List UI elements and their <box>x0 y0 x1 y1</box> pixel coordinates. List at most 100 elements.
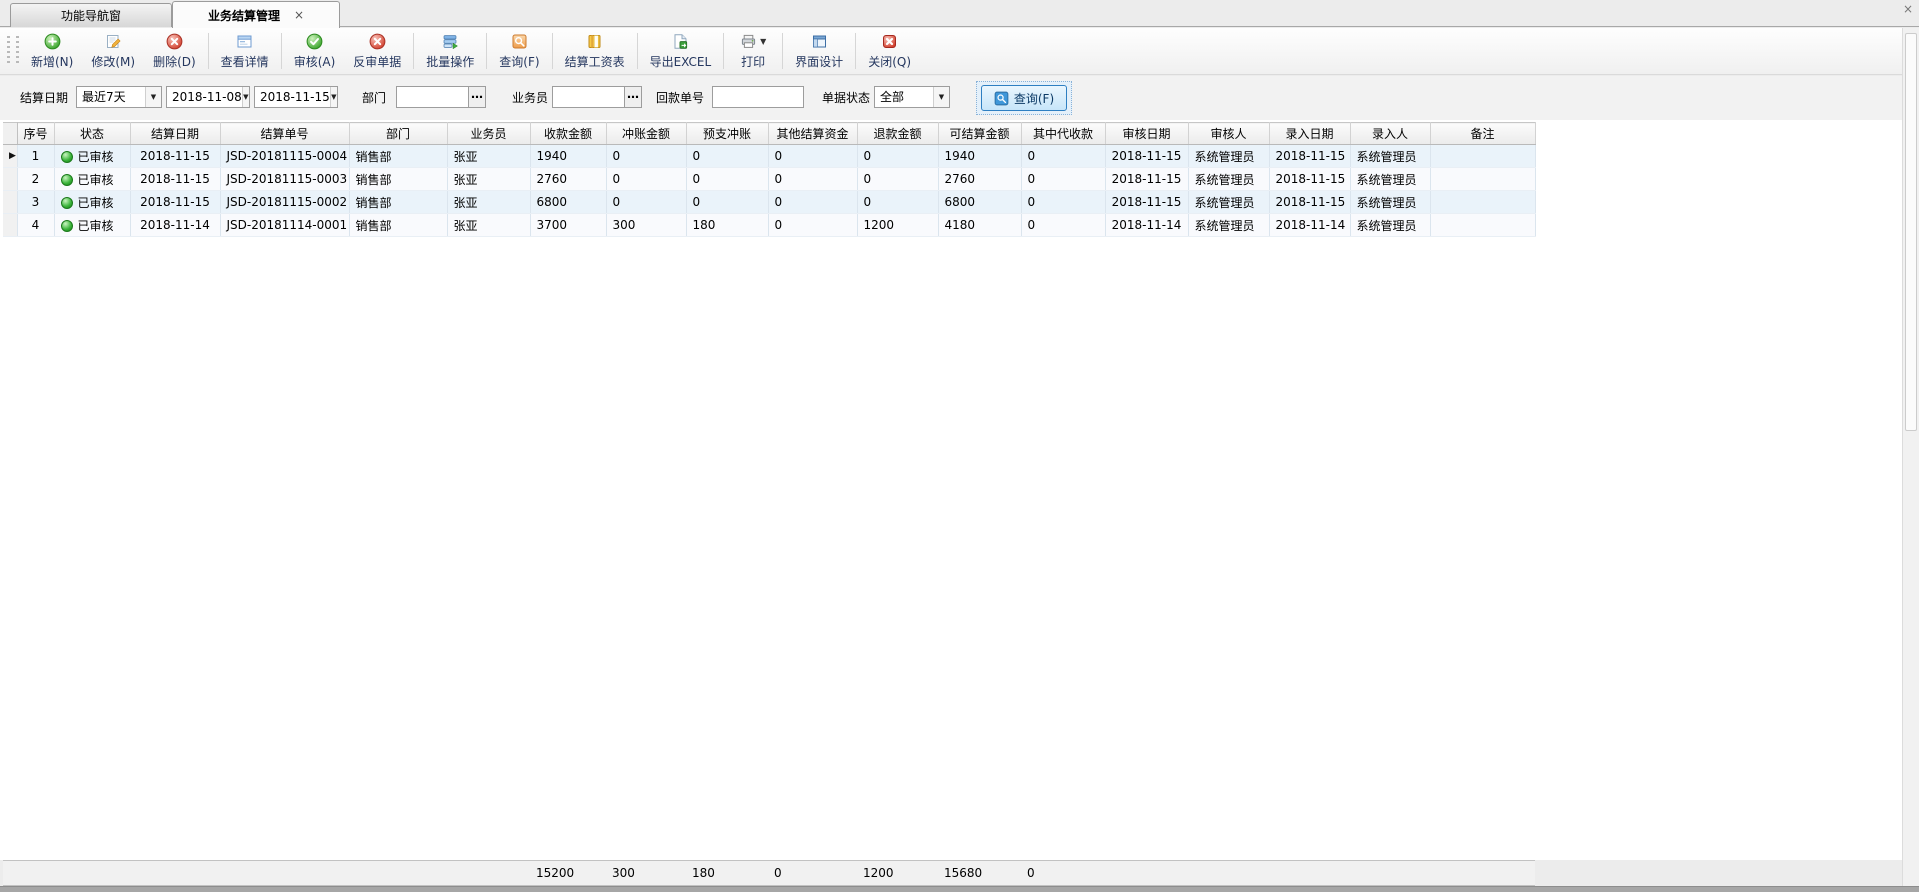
tab-business-settlement[interactable]: 业务结算管理 × <box>172 1 340 28</box>
cell-status: 已审核 <box>54 191 130 214</box>
salesman-input[interactable] <box>553 87 624 107</box>
ui-design-button[interactable]: 界面设计 <box>786 30 852 72</box>
receipt-no-input[interactable] <box>713 87 803 107</box>
x-square-icon <box>881 33 898 50</box>
cell-other-funds: 0 <box>768 168 857 191</box>
cell-agency-collect: 0 <box>1021 145 1105 168</box>
toolbar-separator <box>723 33 724 69</box>
doc-status-select[interactable]: 全部 ▼ <box>874 86 950 108</box>
cell-seq: 2 <box>17 168 54 191</box>
cell-offset-amt: 300 <box>606 214 686 237</box>
print-button[interactable]: ▼ 打印 <box>727 30 779 72</box>
col-header-settle-date[interactable]: 结算日期 <box>130 123 220 145</box>
table-row[interactable]: 2 已审核 2018-11-15 JSD-20181115-0003 销售部 张… <box>3 168 1535 191</box>
delete-button[interactable]: 删除(D) <box>144 30 205 72</box>
table-row[interactable]: ▶ 1 已审核 2018-11-15 JSD-20181115-0004 销售部… <box>3 145 1535 168</box>
col-header-audit-date[interactable]: 审核日期 <box>1105 123 1188 145</box>
export-excel-button[interactable]: 导出EXCEL <box>641 30 721 72</box>
vertical-scrollbar[interactable] <box>1902 28 1919 886</box>
query-toolbar-button[interactable]: 查询(F) <box>490 30 548 72</box>
button-label: 审核(A) <box>294 53 336 70</box>
col-header-other-funds[interactable]: 其他结算资金 <box>768 123 857 145</box>
col-header-agency-collect[interactable]: 其中代收款 <box>1021 123 1105 145</box>
ellipsis-lookup-button[interactable]: ⋯ <box>468 87 485 107</box>
cell-entry-date: 2018-11-14 <box>1269 214 1350 237</box>
dept-label: 部门 <box>362 90 386 106</box>
unapprove-button[interactable]: 反审单据 <box>344 30 410 72</box>
window-close-icon[interactable]: × <box>1903 3 1913 15</box>
table-row[interactable]: 4 已审核 2018-11-14 JSD-20181114-0001 销售部 张… <box>3 214 1535 237</box>
cell-receipt-amt: 1940 <box>530 145 606 168</box>
table-row[interactable]: 3 已审核 2018-11-15 JSD-20181115-0002 销售部 张… <box>3 191 1535 214</box>
toolbar-separator <box>782 33 783 69</box>
dept-lookup-field: ⋯ <box>396 86 486 108</box>
cell-dept: 销售部 <box>349 145 447 168</box>
cell-remark <box>1430 191 1535 214</box>
cell-entry-by: 系统管理员 <box>1350 145 1430 168</box>
edit-button[interactable]: 修改(M) <box>82 30 144 72</box>
query-button-label: 查询(F) <box>1014 90 1054 107</box>
col-header-seq[interactable]: 序号 <box>17 123 54 145</box>
col-header-receipt-amt[interactable]: 收款金额 <box>530 123 606 145</box>
current-row-marker: ▶ <box>3 145 17 168</box>
ellipsis-lookup-button[interactable]: ⋯ <box>624 87 641 107</box>
cell-other-funds: 0 <box>768 214 857 237</box>
cell-receipt-amt: 3700 <box>530 214 606 237</box>
query-button[interactable]: 查询(F) <box>981 85 1067 111</box>
col-header-salesman[interactable]: 业务员 <box>447 123 530 145</box>
col-header-auditor[interactable]: 审核人 <box>1188 123 1269 145</box>
print-dropdown-caret[interactable]: ▼ <box>760 37 766 46</box>
toolbar-grip[interactable] <box>7 36 10 66</box>
col-header-entry-date[interactable]: 录入日期 <box>1269 123 1350 145</box>
receipt-no-field <box>712 86 804 108</box>
cell-salesman: 张亚 <box>447 214 530 237</box>
toolbar-separator <box>486 33 487 69</box>
approve-button[interactable]: 审核(A) <box>285 30 345 72</box>
cell-agency-collect: 0 <box>1021 214 1105 237</box>
chevron-down-icon[interactable]: ▼ <box>145 87 161 107</box>
add-button[interactable]: 新增(N) <box>22 30 82 72</box>
col-header-doc-no[interactable]: 结算单号 <box>220 123 349 145</box>
cell-doc-no: JSD-20181115-0003 <box>220 168 349 191</box>
button-label: 查询(F) <box>499 53 539 70</box>
approved-status-icon <box>61 197 73 209</box>
toolbar-grip[interactable] <box>16 36 19 66</box>
batch-operations-button[interactable]: 批量操作 <box>417 30 483 72</box>
cell-auditor: 系统管理员 <box>1188 214 1269 237</box>
tab-function-nav[interactable]: 功能导航窗 <box>10 3 172 27</box>
tab-label: 业务结算管理 <box>208 7 280 24</box>
cell-settle-date: 2018-11-15 <box>130 145 220 168</box>
col-header-offset-amt[interactable]: 冲账金额 <box>606 123 686 145</box>
total-agency-collect: 0 <box>1021 861 1105 885</box>
scrollbar-thumb[interactable] <box>1905 33 1917 431</box>
chevron-down-icon[interactable]: ▼ <box>242 87 249 107</box>
cell-audit-date: 2018-11-15 <box>1105 191 1188 214</box>
col-header-refund-amt[interactable]: 退款金额 <box>857 123 938 145</box>
tab-close-icon[interactable]: × <box>294 9 304 21</box>
col-header-entry-by[interactable]: 录入人 <box>1350 123 1430 145</box>
settlement-payroll-button[interactable]: 结算工资表 <box>556 30 634 72</box>
chevron-down-icon[interactable]: ▼ <box>933 87 949 107</box>
col-header-settleable-amt[interactable]: 可结算金额 <box>938 123 1021 145</box>
toolbar-separator <box>208 33 209 69</box>
view-details-button[interactable]: 查看详情 <box>212 30 278 72</box>
cell-offset-amt: 0 <box>606 145 686 168</box>
cell-settle-date: 2018-11-15 <box>130 191 220 214</box>
toolbar-separator <box>637 33 638 69</box>
total-settleable-amt: 15680 <box>938 861 1021 885</box>
col-header-remark[interactable]: 备注 <box>1430 123 1535 145</box>
dept-input[interactable] <box>397 87 468 107</box>
col-header-status[interactable]: 状态 <box>54 123 130 145</box>
x-circle-icon <box>166 33 183 50</box>
date-from-picker[interactable]: 2018-11-08 ▼ <box>166 86 250 108</box>
cell-agency-collect: 0 <box>1021 191 1105 214</box>
chevron-down-icon[interactable]: ▼ <box>330 87 337 107</box>
col-header-advance-offset[interactable]: 预支冲账 <box>686 123 768 145</box>
col-header-dept[interactable]: 部门 <box>349 123 447 145</box>
close-button[interactable]: 关闭(Q) <box>859 30 920 72</box>
cell-other-funds: 0 <box>768 191 857 214</box>
date-range-select[interactable]: 最近7天 ▼ <box>76 86 162 108</box>
salesman-lookup-field: ⋯ <box>552 86 642 108</box>
date-to-picker[interactable]: 2018-11-15 ▼ <box>254 86 338 108</box>
salesman-label: 业务员 <box>512 90 548 106</box>
